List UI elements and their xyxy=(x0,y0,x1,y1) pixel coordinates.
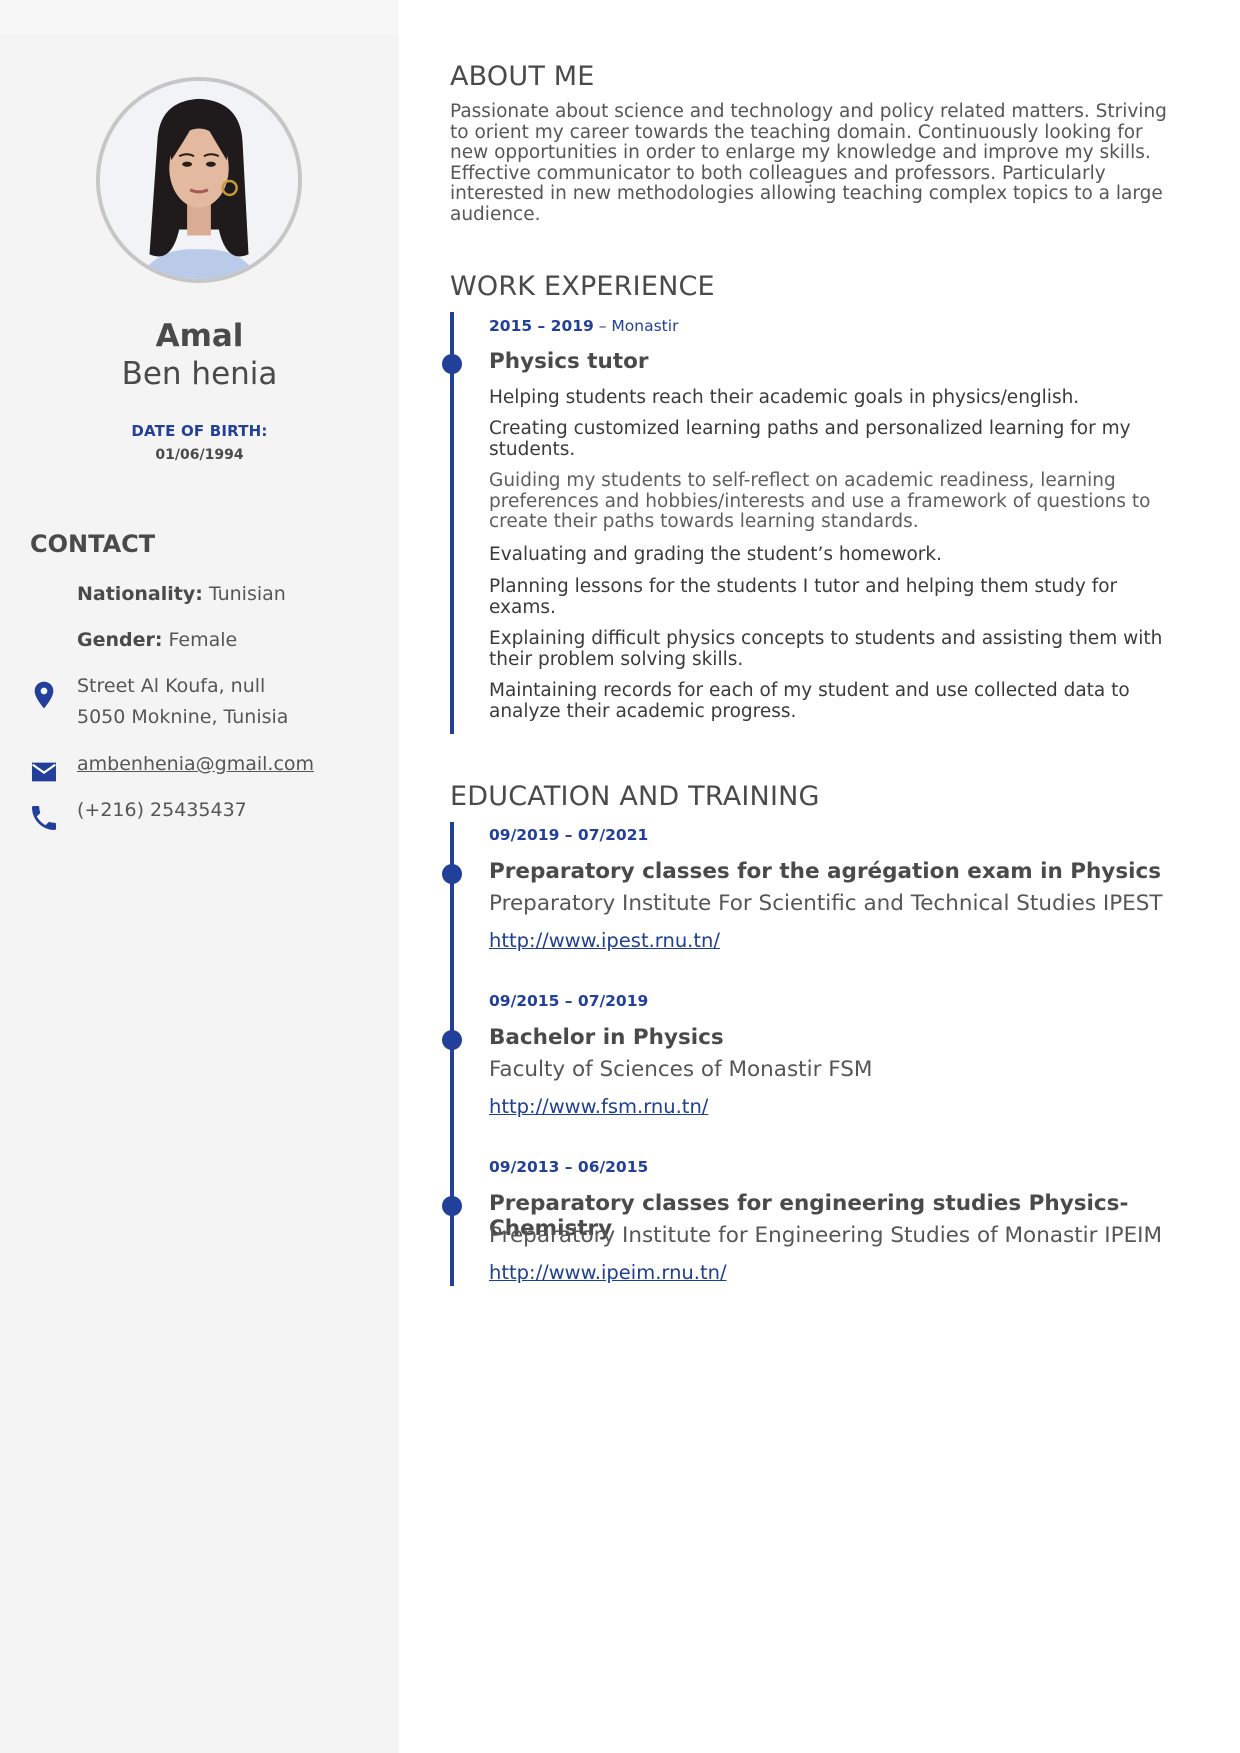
work-bullet: Evaluating and grading the student’s hom… xyxy=(489,544,1189,566)
education-date: 09/2015 – 07/2019 xyxy=(489,992,649,1010)
work-bullet: Explaining difficult physics concepts to… xyxy=(489,628,1189,670)
education-org: Preparatory Institute for Engineering St… xyxy=(489,1223,1163,1248)
email-row[interactable]: ambenhenia@gmail.com xyxy=(77,749,314,780)
education-title-text: Bachelor in Physics xyxy=(489,1025,724,1050)
date-of-birth-label: DATE OF BIRTH: xyxy=(131,422,268,440)
work-bullet-line: create their paths towards learning stan… xyxy=(489,511,919,532)
work-bullet: Creating customized learning paths and p… xyxy=(489,418,1189,460)
address-line-2: 5050 Moknine, Tunisia xyxy=(77,706,289,728)
work-bullet-line: exams. xyxy=(489,596,556,618)
about-title: ABOUT ME xyxy=(450,61,595,92)
sidebar: Amal Ben henia DATE OF BIRTH: 01/06/1994… xyxy=(0,0,399,1753)
education-timeline-line xyxy=(450,822,454,1286)
work-bullet-line: preferences and hobbies/interests and us… xyxy=(489,490,1151,512)
work-place: – Monastir xyxy=(593,317,679,335)
phone-icon xyxy=(28,802,60,834)
date-of-birth-value: 01/06/1994 xyxy=(155,447,244,463)
about-line: to orient my career towards the teaching… xyxy=(450,121,1143,143)
about-line: new opportunities in order to enlarge my… xyxy=(450,142,1151,163)
work-bullet-line: Creating customized learning paths and p… xyxy=(489,418,1131,439)
profile-photo-illustration xyxy=(100,81,298,279)
contact-heading: CONTACT xyxy=(30,530,156,558)
address-line-1: Street Al Koufa, null xyxy=(77,675,266,697)
education-date: 09/2013 – 06/2015 xyxy=(489,1158,649,1176)
work-date-range: 2015 – 2019 xyxy=(489,317,594,335)
work-timeline-dot xyxy=(442,354,462,374)
education-link[interactable]: http://www.ipeim.rnu.tn/ xyxy=(489,1261,727,1284)
nationality-row: Nationality: Tunisian xyxy=(77,579,286,610)
location-pin-icon xyxy=(28,679,60,711)
work-bullet-line: analyze their academic progress. xyxy=(489,700,797,722)
gender-value: Female xyxy=(168,629,238,651)
work-bullet: Planning lessons for the students I tuto… xyxy=(489,576,1189,618)
about-line: Effective communicator to both colleague… xyxy=(450,162,1106,184)
work-bullet-line: Planning lessons for the students I tuto… xyxy=(489,576,1118,597)
education-date: 09/2019 – 07/2021 xyxy=(489,826,649,844)
education-title-text: Preparatory classes for the agrégation e… xyxy=(489,859,1162,884)
work-experience-title: WORK EXPERIENCE xyxy=(450,271,715,302)
education-org: Preparatory Institute For Scientific and… xyxy=(489,891,1163,916)
education-org: Faculty of Sciences of Monastir FSM xyxy=(489,1057,873,1082)
email-link[interactable]: ambenhenia@gmail.com xyxy=(77,753,314,775)
sidebar-top-band xyxy=(0,0,399,34)
about-text: Passionate about science and technology … xyxy=(450,101,1190,225)
phone-row: (+216) 25435437 xyxy=(77,795,247,826)
about-line: audience. xyxy=(450,203,541,225)
work-bullet-line: Maintaining records for each of my stude… xyxy=(489,680,1130,701)
about-line: interested in new methodologies allowing… xyxy=(450,183,1163,204)
education-link[interactable]: http://www.fsm.rnu.tn/ xyxy=(489,1095,708,1118)
last-name: Ben henia xyxy=(121,356,278,392)
work-bullet-line: students. xyxy=(489,438,576,460)
phone-number: (+216) 25435437 xyxy=(77,799,247,821)
address-row: Street Al Koufa, null 5050 Moknine, Tuni… xyxy=(77,671,288,733)
profile-photo xyxy=(96,77,302,283)
first-name: Amal xyxy=(155,318,244,354)
work-date: 2015 – 2019 – Monastir xyxy=(489,317,678,335)
work-bullet-line: Explaining difficult physics concepts to… xyxy=(489,628,1163,649)
education-timeline-dot xyxy=(442,1030,462,1050)
envelope-icon xyxy=(28,756,60,788)
nationality-value: Tunisian xyxy=(208,583,286,605)
work-bullet: Helping students reach their academic go… xyxy=(489,387,1189,409)
work-bullet-line: Guiding my students to self-reflect on a… xyxy=(489,470,1116,491)
gender-row: Gender: Female xyxy=(77,625,237,656)
about-line: Passionate about science and technology … xyxy=(450,101,1167,122)
work-bullet-line: their problem solving skills. xyxy=(489,648,744,670)
work-bullet: Guiding my students to self-reflect on a… xyxy=(489,470,1189,533)
work-bullet-line: Helping students reach their academic go… xyxy=(489,387,1080,408)
gender-label: Gender: xyxy=(77,629,163,651)
work-timeline-line xyxy=(450,312,454,734)
education-title: EDUCATION AND TRAINING xyxy=(450,781,820,812)
work-bullet: Maintaining records for each of my stude… xyxy=(489,680,1189,722)
work-bullet-line: Evaluating and grading the student’s hom… xyxy=(489,544,942,565)
education-timeline-dot xyxy=(442,864,462,884)
education-link[interactable]: http://www.ipest.rnu.tn/ xyxy=(489,929,720,952)
work-job-title: Physics tutor xyxy=(489,349,649,374)
nationality-label: Nationality: xyxy=(77,583,203,605)
education-timeline-dot xyxy=(442,1196,462,1216)
